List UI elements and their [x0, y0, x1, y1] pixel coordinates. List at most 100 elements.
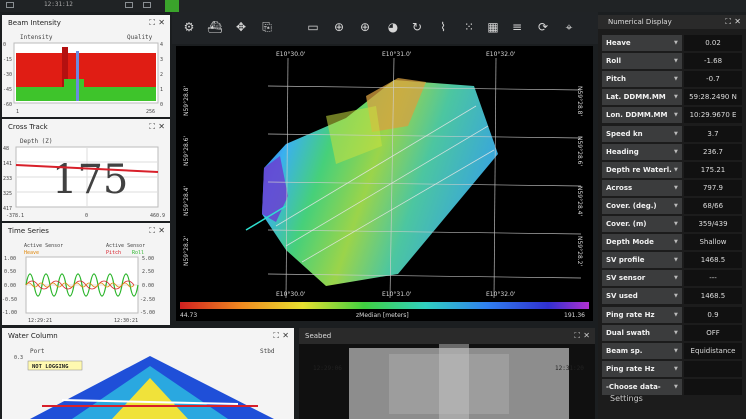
quality-gap-1 — [64, 79, 84, 101]
lat-right: N59°28.2' — [576, 236, 583, 266]
screen-icon[interactable] — [125, 2, 133, 8]
dropdown-icon[interactable]: ▼ — [674, 252, 678, 268]
y-tick: 325 — [3, 191, 12, 197]
right-tick: 3 — [160, 57, 163, 63]
dropdown-icon[interactable]: ▼ — [674, 53, 678, 69]
depth-big-readout: 175 — [52, 157, 128, 203]
maximize-icon[interactable]: ⛶ — [574, 331, 580, 340]
right-tick: 0 — [160, 102, 163, 108]
numeric-label-select[interactable]: Lat. DDMM.MM — [602, 89, 682, 106]
maximize-icon[interactable]: ⛶ — [273, 331, 279, 340]
panel-title: Beam Intensity — [2, 15, 170, 31]
close-icon[interactable]: ✕ — [158, 18, 165, 27]
numeric-label-select[interactable]: Roll — [602, 53, 682, 70]
numeric-row: Cover. (m) ▼ 359/439 — [602, 216, 742, 233]
panel-title: Cross Track — [2, 119, 170, 135]
dropdown-icon[interactable]: ▼ — [674, 198, 678, 214]
numeric-label-select[interactable]: SV sensor — [602, 270, 682, 287]
dropdown-icon[interactable]: ▼ — [674, 379, 678, 395]
y-tick: 233 — [3, 176, 12, 182]
dropdown-icon[interactable]: ▼ — [674, 325, 678, 341]
maximize-icon[interactable]: ⛶ — [149, 226, 155, 235]
lat-left: N59°28.4' — [183, 186, 190, 216]
close-icon[interactable]: ✕ — [282, 331, 289, 340]
numeric-label-select[interactable]: Cover. (m) — [602, 216, 682, 232]
ruler-icon[interactable]: ▭ — [304, 18, 322, 36]
numeric-label-select[interactable]: Across — [602, 179, 682, 196]
numeric-label-select[interactable]: Ping rate Hz — [602, 306, 682, 323]
dropdown-icon[interactable]: ▼ — [674, 307, 678, 323]
dropdown-icon[interactable]: ▼ — [674, 71, 678, 87]
bathymetry-map[interactable]: E10°30.0' E10°31.0' E10°32.0' E10°30.0' … — [176, 46, 593, 321]
vessel-icon[interactable]: ⛴ — [206, 18, 224, 36]
dropdown-icon[interactable]: ▼ — [674, 343, 678, 359]
numeric-row: SV used ▼ 1468.5 — [602, 288, 742, 305]
monitor-icon[interactable] — [143, 2, 151, 8]
dropdown-icon[interactable]: ▼ — [674, 216, 678, 232]
numeric-value: 175.21 — [684, 161, 742, 178]
dropdown-icon[interactable]: ▼ — [674, 180, 678, 196]
numeric-label-select[interactable]: Beam sp. — [602, 342, 682, 359]
maximize-icon[interactable]: ⛶ — [149, 18, 155, 27]
dropdown-icon[interactable]: ▼ — [674, 107, 678, 123]
numeric-label-select[interactable]: SV profile — [602, 252, 682, 269]
maximize-icon[interactable]: ⛶ — [149, 122, 155, 131]
numeric-label-select[interactable]: Pitch — [602, 71, 682, 88]
dropdown-icon[interactable]: ▼ — [674, 126, 678, 142]
x-tick: 0 — [85, 213, 88, 219]
dropdown-icon[interactable]: ▼ — [674, 361, 678, 377]
dropdown-icon[interactable]: ▼ — [674, 144, 678, 160]
numeric-label-select[interactable]: Depth Mode — [602, 234, 682, 251]
map-view[interactable]: E10°30.0' E10°31.0' E10°32.0' E10°30.0' … — [176, 46, 593, 321]
dropdown-icon[interactable]: ▼ — [674, 270, 678, 286]
palette-icon[interactable]: ◕ — [384, 18, 402, 36]
depth-axis-label: Depth (Z) — [20, 138, 53, 145]
table-icon[interactable]: ▦ — [484, 18, 502, 36]
seabed-band — [439, 344, 469, 419]
camera-icon[interactable] — [6, 2, 14, 8]
dropdown-icon[interactable]: ▼ — [674, 234, 678, 250]
move-icon[interactable]: ✥ — [232, 18, 250, 36]
dropdown-icon[interactable]: ▼ — [674, 35, 678, 51]
cross-track-panel: Cross Track ⛶ ✕ Depth (Z) 175 48 141 233… — [2, 119, 170, 221]
rotate-icon[interactable]: ↻ — [408, 18, 426, 36]
maximize-icon[interactable]: ⛶ — [725, 17, 731, 26]
settings-link[interactable]: Settings — [610, 394, 643, 403]
numeric-value: 359/439 — [684, 216, 742, 232]
location-pin-icon[interactable]: ⌖ — [560, 18, 578, 36]
panel-title: Seabed — [299, 328, 595, 344]
legend-pitch: Pitch — [106, 250, 121, 256]
crosshair-o-icon[interactable]: ⊕ — [330, 18, 348, 36]
top-status-bar: 12:31:12 — [0, 0, 746, 12]
list-icon[interactable]: ≡ — [508, 18, 526, 36]
crosshair-p-icon[interactable]: ⊕ — [356, 18, 374, 36]
numeric-label-select[interactable]: Lon. DDMM.MM — [602, 107, 682, 124]
close-icon[interactable]: ✕ — [734, 17, 741, 26]
dropdown-icon[interactable]: ▼ — [674, 162, 678, 178]
close-icon[interactable]: ✕ — [583, 331, 590, 340]
ship-settings-icon[interactable]: ⚙ — [180, 18, 198, 36]
close-icon[interactable]: ✕ — [158, 226, 165, 235]
numeric-value: Shallow — [684, 234, 742, 251]
close-icon[interactable]: ✕ — [158, 122, 165, 131]
chart-line-icon[interactable]: ⌇ — [434, 18, 452, 36]
numeric-row: Pitch ▼ -0.7 — [602, 71, 742, 88]
numeric-label-select[interactable]: Ping rate Hz — [602, 360, 682, 377]
numeric-label-select[interactable]: -Choose data- — [602, 378, 682, 395]
numeric-label-select[interactable]: Heave — [602, 35, 682, 51]
grid-icon[interactable]: ⁙ — [460, 18, 478, 36]
numeric-label-select[interactable]: Cover. (deg.) — [602, 197, 682, 214]
seabed-image: 12:29:06 12:31:20 — [299, 344, 595, 419]
numeric-label-select[interactable]: Speed kn — [602, 125, 682, 142]
numeric-label-select[interactable]: Depth re Waterl. — [602, 161, 682, 178]
numeric-label-select[interactable]: Heading — [602, 143, 682, 160]
numeric-label-select[interactable]: Dual swath — [602, 324, 682, 341]
lon-bottom: E10°32.0' — [486, 291, 516, 298]
numeric-label-select[interactable]: SV used — [602, 288, 682, 305]
refresh-icon[interactable]: ⟳ — [534, 18, 552, 36]
numeric-value: 236.7 — [684, 143, 742, 160]
layers-icon[interactable]: ⎘ — [258, 18, 276, 36]
dropdown-icon[interactable]: ▼ — [674, 89, 678, 105]
lat-right: N59°28.4' — [576, 186, 583, 216]
dropdown-icon[interactable]: ▼ — [674, 288, 678, 304]
